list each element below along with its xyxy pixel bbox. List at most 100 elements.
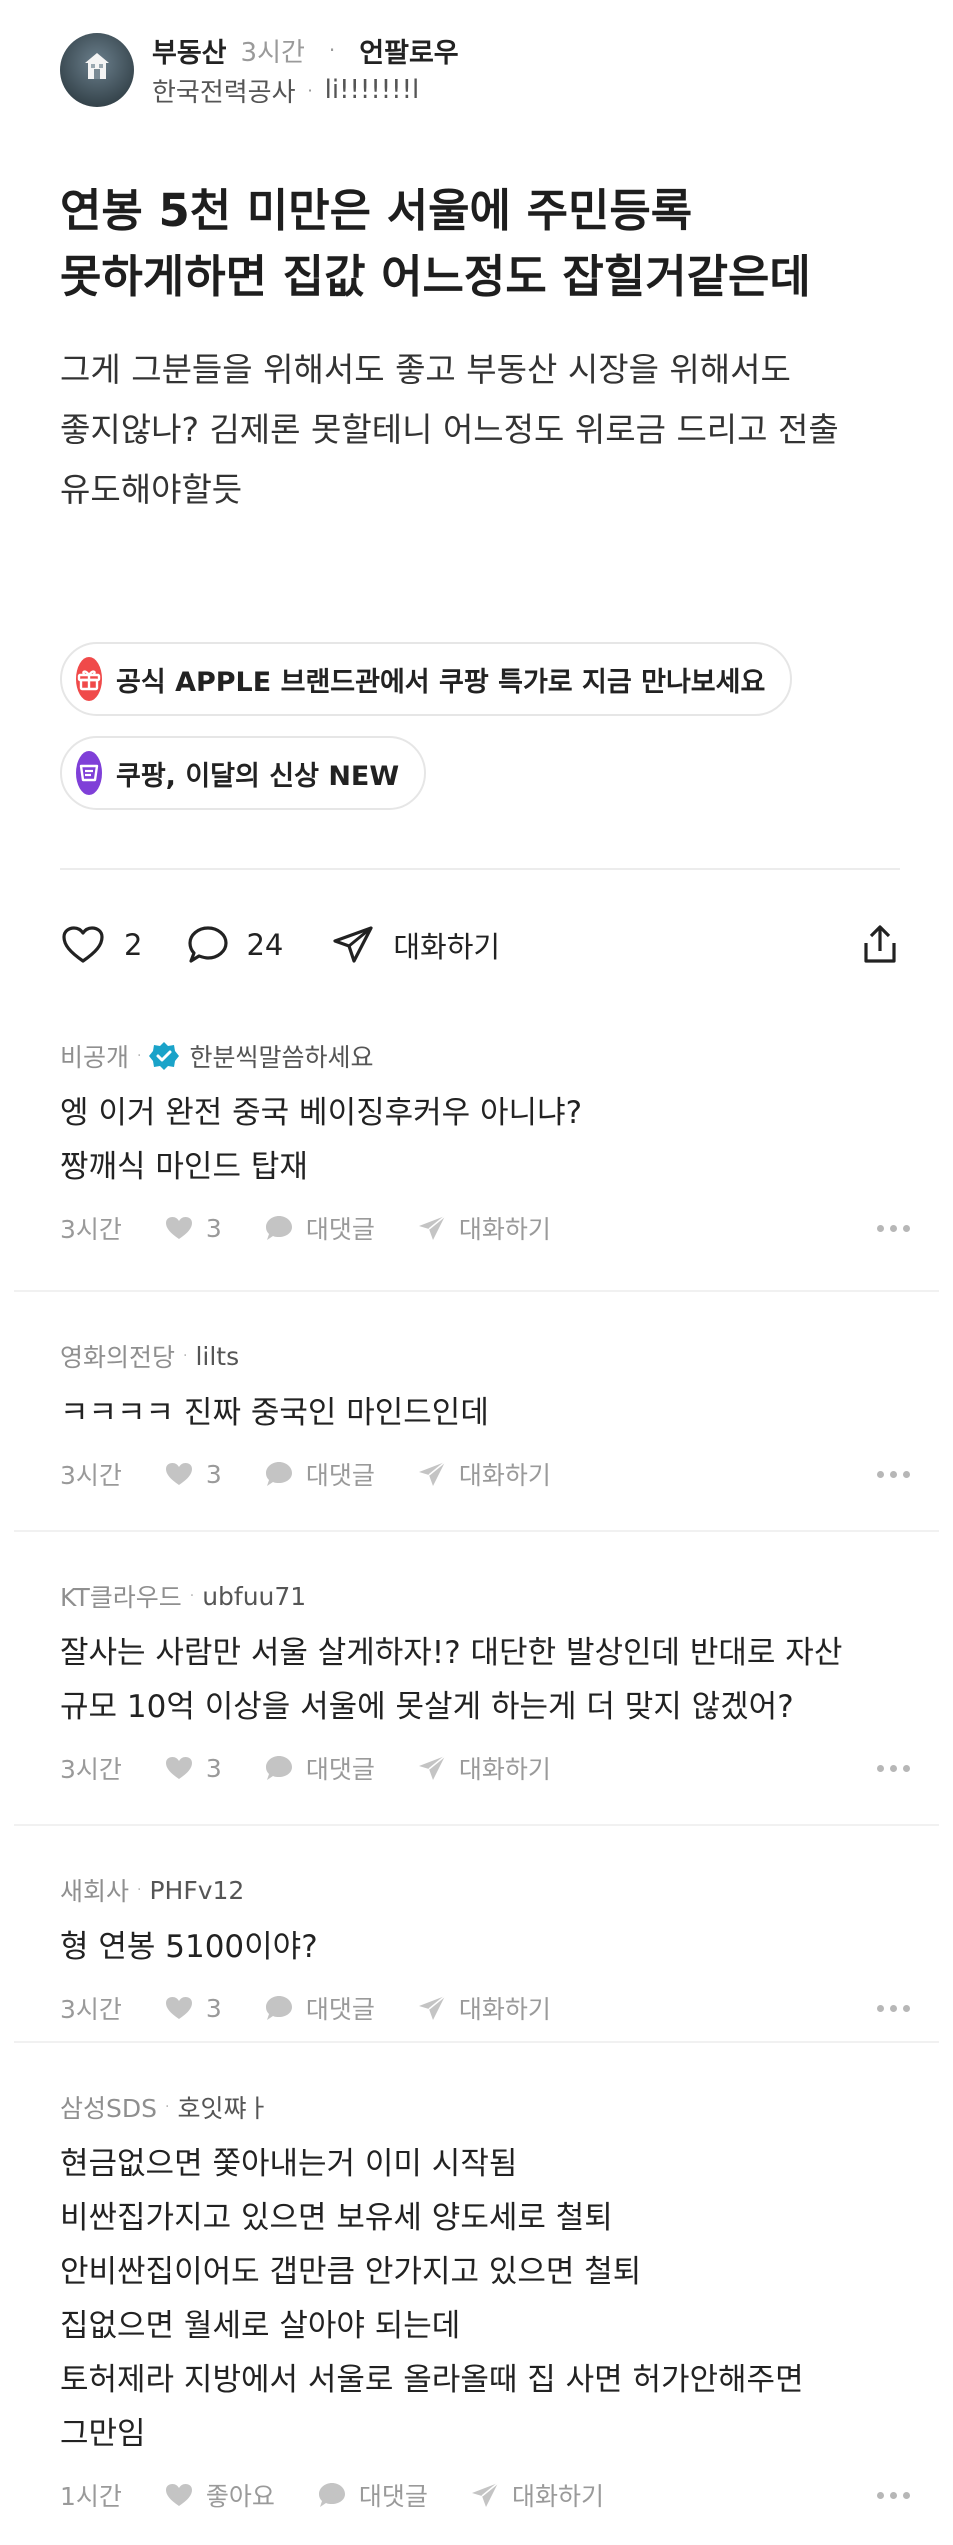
comment-company[interactable]: KT클라우드 [60, 1578, 182, 1614]
comment-text: 현금없으면 쫓아내는거 이미 시작됨 비싼집가지고 있으면 보유세 양도세로 철… [60, 2146, 804, 2452]
comment-dm-button[interactable]: 대화하기 [417, 1456, 551, 1492]
comment-time: 3시간 [60, 1990, 122, 2026]
reply-button[interactable]: 대댓글 [317, 2477, 428, 2513]
comment-dm-label: 대화하기 [458, 1995, 551, 2024]
comment-username[interactable]: lilts [195, 1342, 239, 1371]
comment-like-count: 3 [205, 1993, 222, 2023]
author-name[interactable]: 부동산 [152, 31, 227, 70]
send-icon [333, 926, 373, 963]
comment-actions: 3시간 3 대댓글 대화하기 [60, 1748, 910, 1788]
comment-dm-button[interactable]: 대화하기 [417, 1210, 551, 1246]
reply-label: 대댓글 [358, 2482, 428, 2511]
comment-dm-button[interactable]: 대화하기 [417, 1990, 551, 2026]
reply-button[interactable]: 대댓글 [264, 1990, 375, 2026]
comment-item: KT클라우드 · ubfuu71 잘사는 사람만 서울 살게하자!? 대단한 발상인데… [60, 1576, 910, 1788]
share-button[interactable] [860, 923, 900, 971]
comment-meta: KT클라우드 · ubfuu71 [60, 1576, 910, 1616]
comment-dm-button[interactable]: 대화하기 [470, 2477, 604, 2513]
comment-like-button[interactable]: 3 [164, 1214, 222, 1243]
heart-icon [165, 1997, 192, 2019]
comment-text: ㅋㅋㅋㅋ 진짜 중국인 마인드인데 [60, 1395, 489, 1431]
comment-like-button[interactable]: 3 [164, 1994, 222, 2023]
more-options-button[interactable] [877, 1470, 910, 1478]
reply-label: 대댓글 [305, 1995, 375, 2024]
heart-icon [165, 1463, 192, 1485]
send-icon [418, 1995, 446, 2020]
comment-username[interactable]: 한분씩말씀하세요 [189, 1038, 373, 1074]
comment-actions: 1시간 좋아요 대댓글 대화하기 [60, 2475, 910, 2515]
comment-time-label: 3시간 [60, 1755, 122, 1784]
gift-icon [76, 657, 102, 701]
comment-item: 삼성SDS · 호잇쨔ㅏ 현금없으면 쫓아내는거 이미 시작됨 비싼집가지고 있으면 … [60, 2087, 910, 2515]
separator-dot: · [307, 80, 313, 100]
author-nickname: li!!!!!!!l [324, 75, 420, 105]
ad-label: 쿠팡, 이달의 신상 NEW [116, 760, 400, 792]
comment-button[interactable]: 24 [186, 924, 283, 966]
send-icon [471, 2482, 499, 2507]
post-action-bar: 2 24 대화하기 [60, 910, 900, 980]
comment-time: 3시간 [60, 1750, 122, 1786]
comment-dm-label: 대화하기 [458, 1755, 551, 1784]
like-button[interactable]: 2 [60, 925, 142, 965]
comment-divider [14, 1530, 939, 1532]
comment-divider [14, 2041, 939, 2043]
send-icon [418, 1755, 446, 1780]
comment-bubble-icon [265, 1462, 292, 1486]
verified-badge-icon [149, 1042, 180, 1070]
dm-button[interactable]: 대화하기 [331, 924, 500, 966]
comment-company[interactable]: 새회사 [60, 1872, 129, 1908]
house-icon [85, 53, 109, 79]
reply-button[interactable]: 대댓글 [264, 1750, 375, 1786]
comment-time-label: 3시간 [60, 1995, 122, 2024]
unfollow-button[interactable]: 언팔로우 [359, 31, 458, 70]
author-company[interactable]: 한국전력공사 [152, 72, 296, 109]
comment-dm-label: 대화하기 [511, 2482, 604, 2511]
comment-dm-button[interactable]: 대화하기 [417, 1750, 551, 1786]
ad-chip-coupang-new[interactable]: 쿠팡, 이달의 신상 NEW [60, 736, 426, 810]
heart-icon [165, 1757, 192, 1779]
more-options-button[interactable] [877, 2004, 910, 2012]
ad-label: 공식 APPLE 브랜드관에서 쿠팡 특가로 지금 만나보세요 [116, 666, 766, 698]
post-time: 3시간 [240, 37, 305, 68]
comment-username[interactable]: ubfuu71 [202, 1582, 306, 1611]
comment-item: 비공개 · 한분씩말씀하세요 엥 이거 완전 중국 베이징후커우 아니냐? 짱깨식 마… [60, 1036, 910, 1248]
divider [60, 868, 900, 870]
share-icon [864, 925, 896, 963]
post-header: 부동산 3시간 · 언팔로우 한국전력공사 · li!!!!!!!l [60, 30, 920, 110]
separator-dot: · [165, 2099, 170, 2115]
comment-time: 1시간 [60, 2477, 122, 2513]
more-options-button[interactable] [877, 1764, 910, 1772]
comment-count: 24 [246, 928, 284, 962]
comment-company[interactable]: 비공개 [60, 1038, 129, 1074]
comment-username[interactable]: PHFv12 [149, 1876, 244, 1905]
heart-icon [62, 926, 104, 963]
comment-bubble-icon [265, 1756, 292, 1780]
avatar[interactable] [60, 33, 134, 107]
reply-label: 대댓글 [305, 1215, 375, 1244]
more-options-button[interactable] [877, 2491, 910, 2499]
comment-like-count: 3 [205, 1753, 222, 1783]
ad-chip-apple[interactable]: 공식 APPLE 브랜드관에서 쿠팡 특가로 지금 만나보세요 [60, 642, 792, 716]
comment-actions: 3시간 3 대댓글 대화하기 [60, 1454, 910, 1494]
comment-divider [14, 1824, 939, 1826]
comment-company[interactable]: 삼성SDS [60, 2089, 157, 2125]
reply-button[interactable]: 대댓글 [264, 1456, 375, 1492]
reply-button[interactable]: 대댓글 [264, 1210, 375, 1246]
comment-like-count: 3 [205, 1213, 222, 1243]
comment-time-label: 3시간 [60, 1461, 122, 1490]
comment-meta: 영화의전당 · lilts [60, 1336, 910, 1376]
comment-company[interactable]: 영화의전당 [60, 1338, 175, 1374]
like-count: 2 [124, 928, 143, 962]
comment-bubble-icon [265, 1216, 292, 1240]
comment-username[interactable]: 호잇쨔ㅏ [177, 2089, 269, 2125]
comment-dm-label: 대화하기 [458, 1215, 551, 1244]
comment-like-button[interactable]: 3 [164, 1754, 222, 1783]
comment-item: 새회사 · PHFv12 형 연봉 5100이야? 3시간 3 대댓글 대화하기 [60, 1870, 910, 2028]
comment-like-button[interactable]: 3 [164, 1460, 222, 1489]
comment-meta: 새회사 · PHFv12 [60, 1870, 910, 1910]
tag-icon [76, 751, 102, 795]
comment-like-button[interactable]: 좋아요 [164, 2477, 275, 2513]
more-options-button[interactable] [877, 1224, 910, 1232]
comment-text: 형 연봉 5100이야? [60, 1929, 318, 1965]
comment-bubble-icon [188, 926, 229, 963]
